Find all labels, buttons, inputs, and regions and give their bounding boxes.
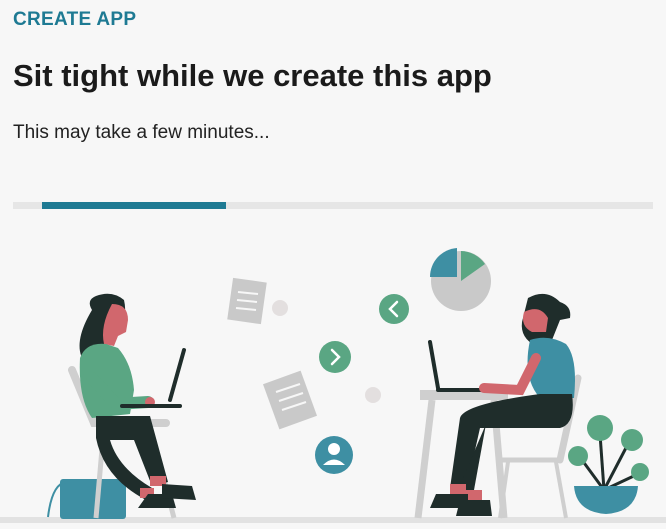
laptop-icon (168, 348, 186, 402)
dot (272, 300, 288, 316)
page-subtitle: This may take a few minutes... (13, 122, 270, 143)
creating-app-illustration (0, 248, 666, 523)
create-app-page: CREATE APP Sit tight while we create thi… (0, 0, 666, 529)
pie-chart-icon (429, 248, 491, 311)
document-icon (262, 370, 318, 430)
bag (60, 479, 126, 519)
eyebrow-label: CREATE APP (13, 9, 137, 30)
chevron-left-icon (379, 294, 409, 324)
progress-bar (13, 202, 653, 209)
progress-bar-fill (41, 202, 227, 209)
page-title: Sit tight while we create this app (13, 58, 492, 93)
dot (365, 387, 381, 403)
user-icon (315, 436, 353, 474)
chevron-right-icon (319, 341, 351, 373)
woman-figure (47, 293, 196, 519)
document-icon (227, 277, 267, 325)
laptop-icon (428, 340, 440, 390)
plant-icon (568, 415, 649, 514)
man-figure (414, 293, 582, 519)
